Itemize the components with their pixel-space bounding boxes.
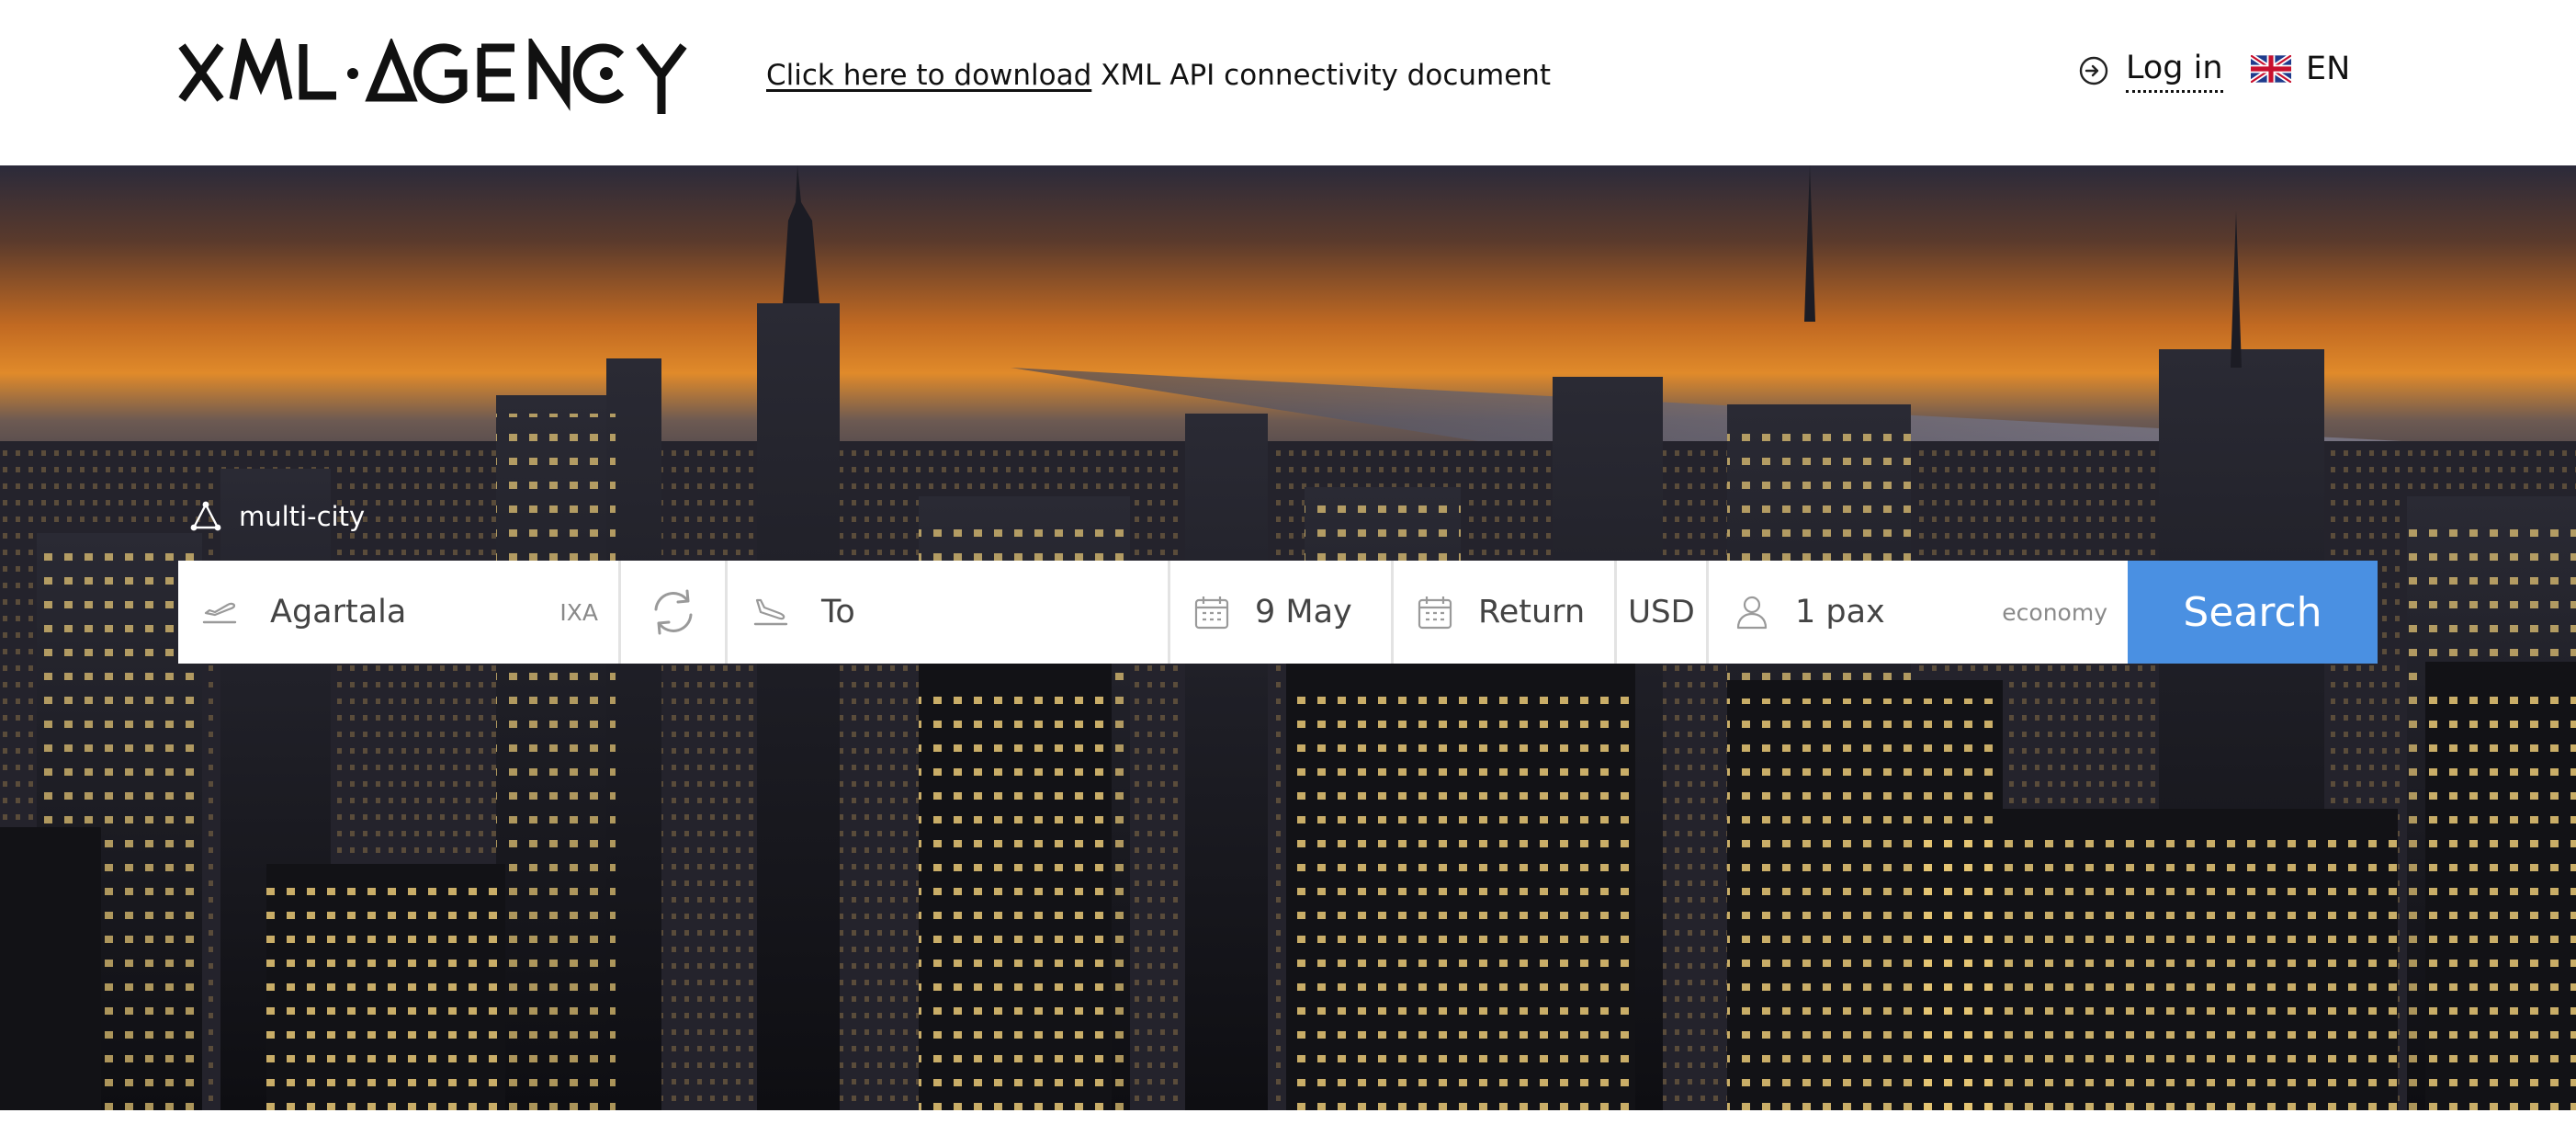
departure-date-field[interactable]: 9 May: [1170, 561, 1394, 664]
origin-field[interactable]: Agartala IXA: [178, 561, 621, 664]
swap-button[interactable]: [621, 561, 728, 664]
download-description: XML API connectivity document: [1101, 59, 1552, 92]
download-notice: Click here to download XML API connectiv…: [766, 55, 1551, 96]
departure-date-value[interactable]: 9 May: [1255, 594, 1352, 630]
uk-flag-icon: [2251, 55, 2291, 83]
login-icon: [2079, 56, 2108, 85]
cabin-class[interactable]: economy: [2002, 599, 2107, 626]
multi-city-icon: [190, 501, 221, 531]
destination-field[interactable]: To: [728, 561, 1170, 664]
currency-value[interactable]: USD: [1628, 594, 1695, 630]
takeoff-icon: [202, 602, 237, 624]
language-selector[interactable]: EN: [2251, 48, 2350, 90]
page-bottom-strip: [0, 1110, 2576, 1147]
calendar-icon: [1194, 596, 1229, 630]
multi-city-label[interactable]: multi-city: [239, 501, 365, 532]
calendar-icon: [1418, 596, 1452, 630]
xml-agency-logo[interactable]: [178, 39, 693, 116]
currency-selector[interactable]: USD: [1617, 561, 1709, 664]
language-label[interactable]: EN: [2306, 51, 2350, 87]
login-link[interactable]: Log in: [2078, 48, 2223, 94]
destination-placeholder[interactable]: To: [821, 594, 855, 630]
search-button[interactable]: Search: [2128, 561, 2378, 664]
origin-value[interactable]: Agartala: [270, 594, 406, 630]
passengers-value[interactable]: 1 pax: [1795, 594, 1885, 630]
multi-city-toggle[interactable]: multi-city: [189, 494, 365, 539]
person-icon: [1736, 596, 1768, 630]
passengers-field[interactable]: 1 pax economy: [1709, 561, 2128, 664]
swap-icon: [654, 589, 692, 635]
landing-icon: [753, 598, 788, 626]
return-date-field[interactable]: Return: [1394, 561, 1617, 664]
login-label[interactable]: Log in: [2126, 50, 2223, 93]
site-header: Click here to download XML API connectiv…: [0, 0, 2576, 165]
origin-airport-code: IXA: [559, 598, 598, 626]
return-date-placeholder[interactable]: Return: [1478, 594, 1585, 630]
flight-search-form: Agartala IXA To 9 May Return USD 1 pax e…: [178, 561, 2383, 664]
download-link[interactable]: Click here to download: [766, 59, 1091, 92]
